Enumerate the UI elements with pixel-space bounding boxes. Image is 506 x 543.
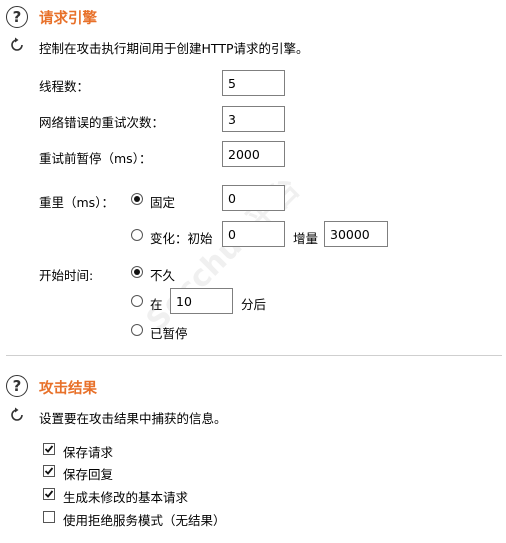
throttle-increment-input[interactable]: 30000 [324, 221, 388, 247]
threads-input[interactable]: 5 [222, 70, 285, 96]
start-paused-label: 已暂停 [150, 326, 188, 341]
start-immediately-radio[interactable] [131, 266, 143, 278]
throttle-variable-radio[interactable] [131, 229, 143, 241]
make-unmodified-baseline-checkbox[interactable] [43, 488, 55, 500]
pause-before-retry-input[interactable]: 2000 [222, 141, 285, 167]
throttle-label: 重里（ms）： [39, 195, 114, 210]
denial-of-service-mode-checkbox[interactable] [43, 511, 55, 523]
pause-before-retry-label: 重试前暂停（ms）： [39, 151, 152, 166]
start-in-unit-label: 分后 [241, 297, 267, 312]
check-icon [44, 445, 54, 453]
help-icon[interactable]: ? [6, 6, 28, 28]
section-title-attack-results: 攻击结果 [39, 381, 97, 397]
throttle-variable-start-input[interactable]: 0 [222, 221, 285, 247]
throttle-fixed-label: 固定 [150, 195, 176, 210]
denial-of-service-mode-label: 使用拒绝服务模式（无结果） [63, 513, 226, 528]
retries-input[interactable]: 3 [222, 106, 285, 132]
store-requests-label: 保存请求 [63, 445, 114, 460]
threads-label: 线程数： [39, 79, 90, 94]
retries-label: 网络错误的重试次数： [39, 115, 165, 130]
store-requests-checkbox[interactable] [43, 443, 55, 455]
request-engine-description: 控制在攻击执行期间用于创建HTTP请求的引擎。 [39, 41, 309, 56]
store-responses-label: 保存回复 [63, 467, 114, 482]
refresh-icon[interactable] [8, 36, 26, 54]
start-in-minutes-input[interactable]: 10 [170, 288, 233, 314]
throttle-variable-label: 变化：初始 [150, 231, 213, 246]
attack-results-description: 设置要在攻击结果中捕获的信息。 [39, 411, 227, 426]
refresh-icon[interactable] [8, 406, 26, 424]
start-paused-radio[interactable] [131, 324, 143, 336]
start-time-label: 开始时间: [39, 268, 94, 283]
throttle-fixed-input[interactable]: 0 [222, 185, 285, 211]
check-icon [44, 490, 54, 498]
check-icon [44, 467, 54, 475]
make-unmodified-baseline-label: 生成未修改的基本请求 [63, 490, 189, 505]
store-responses-checkbox[interactable] [43, 465, 55, 477]
throttle-fixed-radio[interactable] [131, 193, 143, 205]
start-in-radio[interactable] [131, 295, 143, 307]
section-title-request-engine: 请求引擎 [39, 11, 97, 27]
start-immediately-label: 不久 [150, 268, 176, 283]
start-in-label: 在 [150, 297, 163, 312]
help-icon[interactable]: ? [6, 375, 28, 397]
section-divider [6, 355, 502, 356]
throttle-increment-label: 增量 [293, 231, 319, 246]
